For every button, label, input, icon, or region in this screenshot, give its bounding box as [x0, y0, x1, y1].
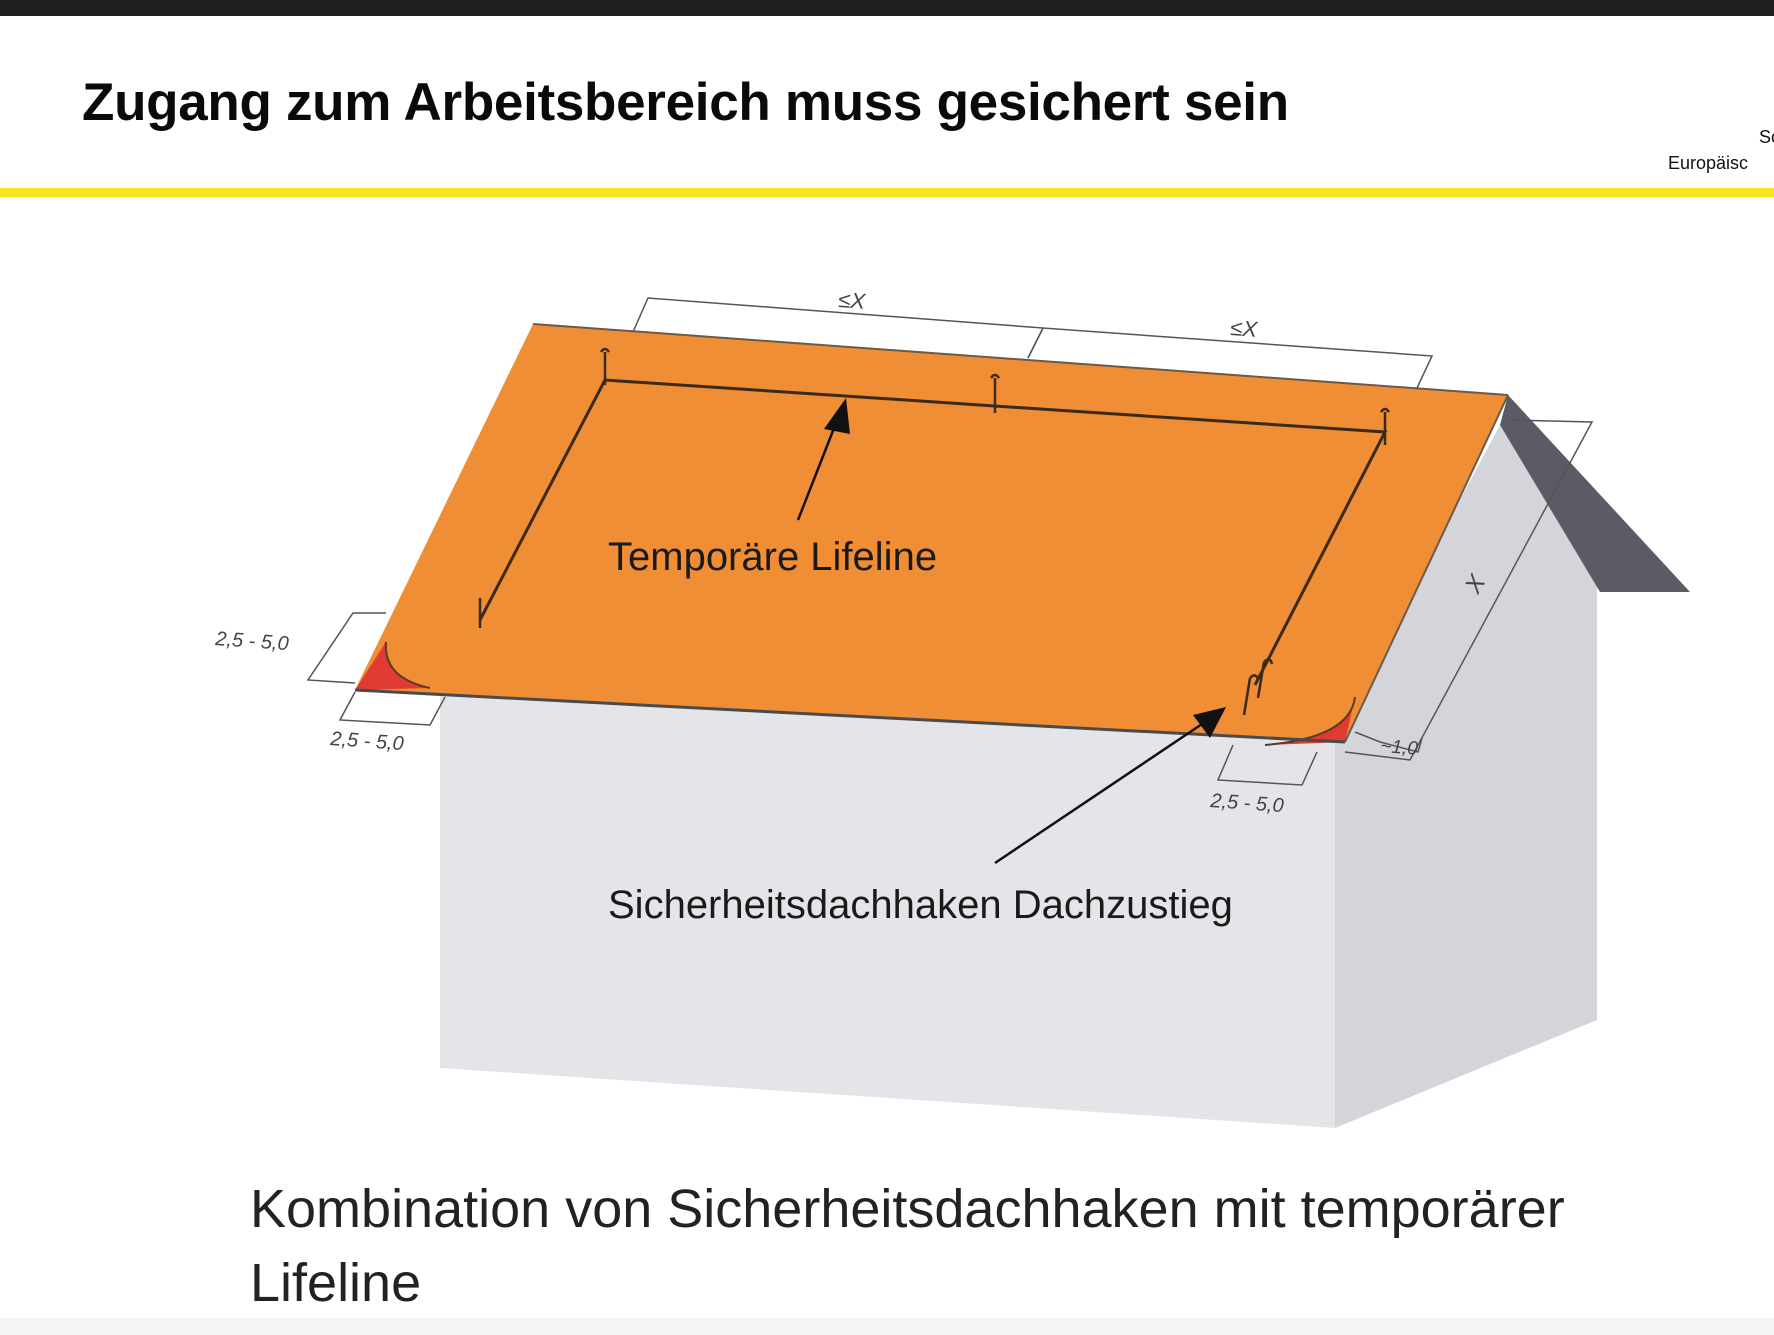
dim-left-lower-bracket — [338, 691, 446, 726]
dim-top-right-label: ≤X — [1230, 315, 1260, 342]
lifeline-label: Temporäre Lifeline — [608, 535, 937, 579]
dim-left-lower-label: 2,5 - 5,0 — [329, 728, 405, 755]
slide-caption: Kombination von Sicherheitsdachhaken mit… — [250, 1179, 1565, 1313]
bottom-band — [0, 1318, 1774, 1335]
roof-diagram: ≤X ≤X X 2,5 - 5,0 2,5 - 5,0 2,5 - 5,0 ~1… — [214, 287, 1690, 1128]
dim-right-small-label: ~1,0 — [1380, 736, 1419, 760]
dim-left-upper-label: 2,5 - 5,0 — [214, 628, 290, 655]
hook-label: Sicherheitsdachhaken Dachzustieg — [608, 883, 1233, 927]
dim-top-left-label: ≤X — [838, 287, 868, 314]
roof-plane — [355, 324, 1508, 742]
